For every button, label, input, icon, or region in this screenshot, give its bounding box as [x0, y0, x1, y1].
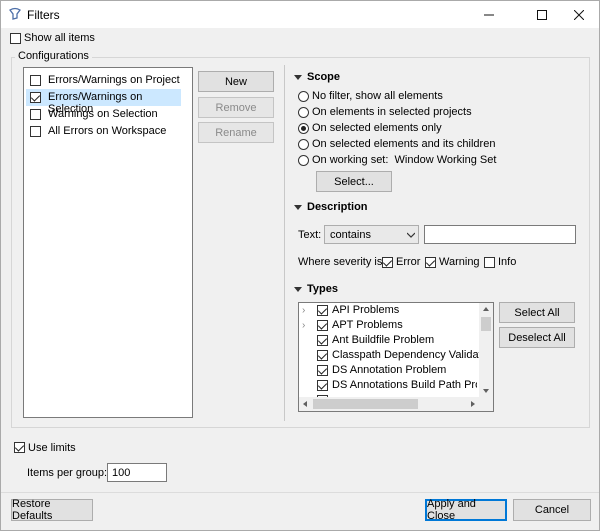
vertical-separator: [284, 65, 285, 421]
severity-label: Where severity is:: [298, 256, 386, 268]
scope-option-label: On elements in selected projects: [312, 106, 472, 118]
chevron-down-icon: [407, 232, 415, 238]
config-item[interactable]: Warnings on Selection: [26, 106, 190, 123]
filters-app-icon: [9, 7, 21, 20]
types-row-checkbox[interactable]: [317, 335, 328, 346]
text-mode-value: contains: [330, 229, 371, 241]
severity-warning-label: Warning: [439, 256, 480, 268]
items-per-group-label: Items per group:: [27, 467, 108, 479]
types-row[interactable]: Ant Buildfile Problem: [299, 333, 479, 348]
scroll-thumb[interactable]: [313, 399, 418, 409]
types-row[interactable]: › APT Problems: [299, 318, 479, 333]
text-label: Text:: [298, 229, 322, 241]
cancel-button[interactable]: Cancel: [513, 499, 591, 521]
config-item-checkbox[interactable]: [30, 126, 41, 137]
scroll-right-icon[interactable]: [471, 401, 475, 407]
types-row[interactable]: DS Annotations Build Path Problem: [299, 378, 479, 393]
use-limits-label: Use limits: [28, 442, 76, 454]
use-limits-checkbox[interactable]: [14, 442, 25, 453]
types-row-label: APT Problems: [332, 319, 403, 331]
types-collapse-icon[interactable]: [294, 287, 302, 292]
filters-dialog: Filters Show all items Configurations Er…: [0, 0, 600, 531]
apply-and-close-button[interactable]: Apply and Close: [425, 498, 507, 522]
severity-error-label: Error: [396, 256, 421, 268]
config-item-checkbox[interactable]: [30, 75, 41, 86]
types-heading: Types: [307, 283, 338, 295]
scroll-down-icon[interactable]: [483, 389, 489, 393]
severity-info-checkbox[interactable]: [484, 257, 495, 268]
config-item-selected[interactable]: Errors/Warnings on Selection: [26, 89, 181, 115]
types-tree[interactable]: › API Problems › APT Problems Ant Buildf…: [298, 302, 494, 412]
scope-radio-all[interactable]: [298, 91, 309, 102]
scroll-thumb[interactable]: [481, 317, 491, 331]
configurations-list[interactable]: Errors/Warnings on Project Errors/Warnin…: [23, 67, 193, 418]
config-item-checkbox[interactable]: [30, 92, 41, 103]
config-item-checkbox[interactable]: [30, 109, 41, 120]
select-all-button[interactable]: Select All: [499, 302, 575, 323]
close-icon: [574, 9, 584, 20]
types-row-checkbox[interactable]: [317, 380, 328, 391]
minimize-icon: [484, 14, 494, 15]
text-mode-select[interactable]: contains: [324, 225, 419, 244]
config-item-label: Errors/Warnings on Project: [48, 74, 180, 86]
description-heading: Description: [307, 201, 368, 213]
description-collapse-icon[interactable]: [294, 205, 302, 210]
types-row-label: DS Annotations Build Path Problem: [332, 379, 477, 391]
config-item-label: All Errors on Workspace: [48, 125, 167, 137]
types-row-checkbox[interactable]: [317, 305, 328, 316]
scroll-left-icon[interactable]: [303, 401, 307, 407]
title-bar: Filters: [1, 1, 599, 28]
close-button[interactable]: [557, 1, 600, 28]
new-config-button[interactable]: New: [198, 71, 274, 92]
types-row[interactable]: DS Annotation Problem: [299, 363, 479, 378]
minimize-button[interactable]: [467, 1, 511, 28]
severity-info-label: Info: [498, 256, 517, 268]
config-item[interactable]: All Errors on Workspace: [26, 123, 190, 140]
expand-icon[interactable]: ›: [302, 320, 305, 331]
scope-option-label: On selected elements and its children: [312, 138, 496, 150]
expand-icon[interactable]: ›: [302, 305, 305, 316]
rename-config-button[interactable]: Rename: [198, 122, 274, 143]
config-item-label: Warnings on Selection: [48, 108, 158, 120]
types-vertical-scrollbar[interactable]: [479, 303, 493, 397]
scroll-up-icon[interactable]: [483, 307, 489, 311]
description-text-input[interactable]: [424, 225, 576, 244]
remove-config-button[interactable]: Remove: [198, 97, 274, 118]
scope-radio-children[interactable]: [298, 139, 309, 150]
types-row[interactable]: › API Problems: [299, 303, 479, 318]
restore-defaults-button[interactable]: Restore Defaults: [11, 498, 93, 522]
severity-error-checkbox[interactable]: [382, 257, 393, 268]
types-row-label: Ant Buildfile Problem: [332, 334, 435, 346]
types-row-label: DS Annotation Problem: [332, 364, 447, 376]
severity-warning-checkbox[interactable]: [425, 257, 436, 268]
types-row-label: API Problems: [332, 304, 400, 316]
scope-collapse-icon[interactable]: [294, 75, 302, 80]
types-row[interactable]: Classpath Dependency Validator: [299, 348, 491, 363]
show-all-items-checkbox[interactable]: [10, 33, 21, 44]
items-per-group-value: 100: [112, 467, 131, 479]
select-working-set-button[interactable]: Select...: [316, 171, 392, 192]
scope-radio-projects[interactable]: [298, 107, 309, 118]
types-row-checkbox[interactable]: [317, 350, 328, 361]
types-row-label: Classpath Dependency Validator: [332, 349, 492, 361]
types-row-checkbox[interactable]: [317, 320, 328, 331]
maximize-icon: [537, 9, 547, 20]
config-item[interactable]: Errors/Warnings on Project: [26, 72, 190, 89]
configurations-label: Configurations: [15, 50, 92, 62]
scope-radio-working-set[interactable]: [298, 155, 309, 166]
types-horizontal-scrollbar[interactable]: [299, 397, 493, 411]
scope-option-label: On working set: Window Working Set: [312, 154, 497, 166]
scope-option-label: On selected elements only: [312, 122, 442, 134]
footer-separator: [1, 492, 599, 493]
scope-option-label: No filter, show all elements: [312, 90, 443, 102]
deselect-all-button[interactable]: Deselect All: [499, 327, 575, 348]
show-all-items-label: Show all items: [24, 32, 95, 44]
scope-radio-selected[interactable]: [298, 123, 309, 134]
scope-heading: Scope: [307, 71, 341, 83]
types-row-checkbox[interactable]: [317, 365, 328, 376]
window-title: Filters: [27, 8, 60, 22]
items-per-group-input[interactable]: 100: [107, 463, 167, 482]
